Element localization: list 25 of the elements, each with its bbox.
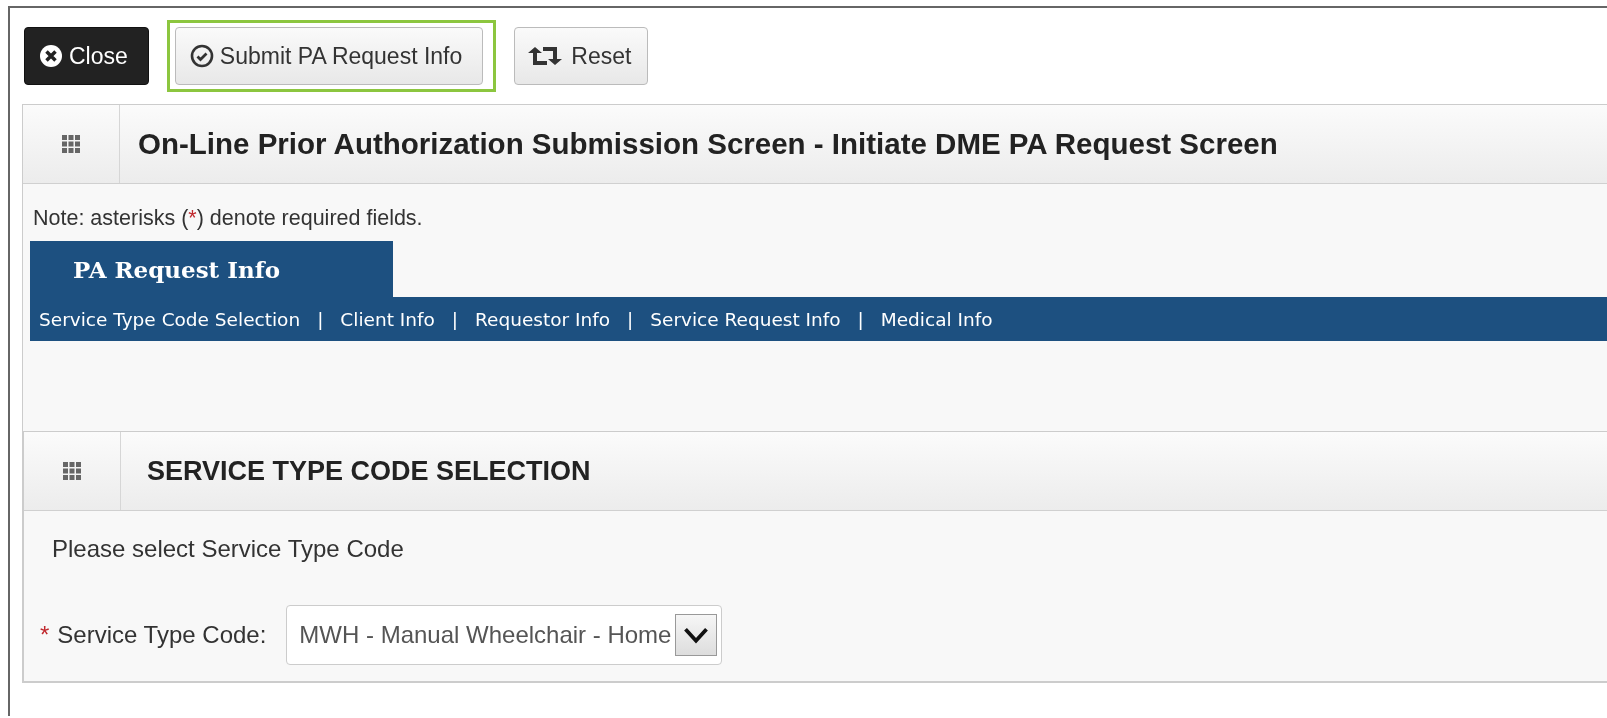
service-type-select[interactable]: MWH - Manual Wheelchair - Home — [286, 605, 723, 665]
nav-link[interactable]: Client Info — [340, 308, 435, 330]
required-mark: * — [40, 621, 50, 649]
caret-icon — [675, 614, 718, 656]
nav-link[interactable]: Service Request Info — [650, 308, 841, 330]
separator: | — [451, 308, 459, 330]
separator: | — [627, 308, 634, 330]
check-circle-icon — [189, 44, 214, 68]
instruction-text: Please select Service Type Code — [52, 535, 405, 563]
grid-icon — [62, 135, 80, 153]
nav-link[interactable]: Medical Info — [880, 308, 993, 330]
separator: | — [317, 308, 324, 330]
nav-link[interactable]: Service Type Code Selection — [39, 308, 301, 330]
close-button[interactable]: Close — [24, 27, 149, 85]
field-label: Service Type Code: — [57, 621, 267, 649]
tab[interactable]: PA Request Info — [30, 241, 393, 297]
note-text: Note: asterisks (*) denote required fields. — [32, 205, 424, 232]
panel-title: On-Line Prior Authorization Submission Screen - Initiate DME PA Request Screen — [137, 126, 1278, 162]
submit-button[interactable]: Submit PA Request Info — [174, 27, 484, 85]
close-icon — [39, 44, 63, 68]
separator: | — [857, 308, 864, 330]
grid-icon — [63, 462, 81, 480]
reset-button[interactable]: Reset — [514, 27, 649, 85]
section-title: SERVICE TYPE CODE SELECTION — [146, 454, 591, 488]
nav-link[interactable]: Requestor Info — [475, 308, 610, 330]
